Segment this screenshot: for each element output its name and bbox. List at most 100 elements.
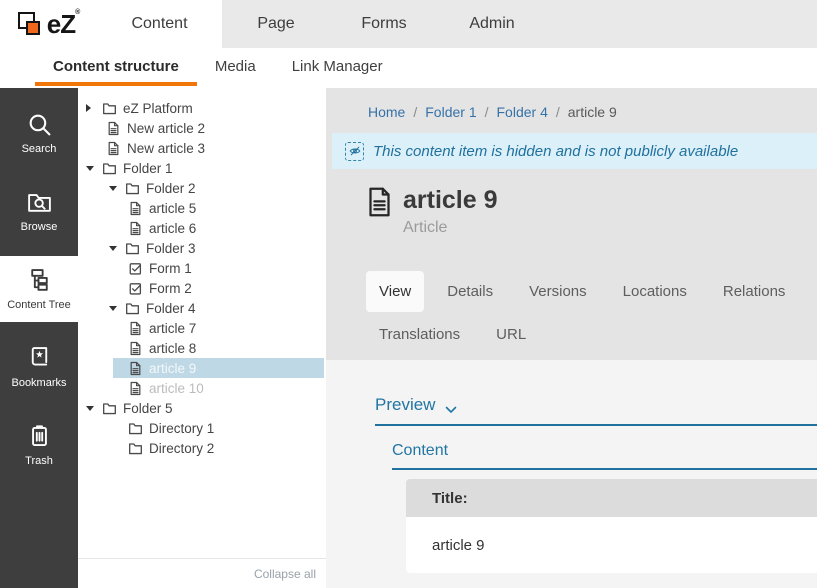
top-tab-content[interactable]: Content xyxy=(97,0,222,48)
folder-icon xyxy=(125,241,140,256)
folder-icon xyxy=(125,181,140,196)
top-tab-admin[interactable]: Admin xyxy=(438,0,546,48)
tree-item-article-10[interactable]: article 10 xyxy=(78,378,326,398)
folder-icon xyxy=(102,101,117,116)
breadcrumb-link-folder-1[interactable]: Folder 1 xyxy=(425,104,476,120)
chevron-down-icon[interactable] xyxy=(109,246,125,251)
tab-details[interactable]: Details xyxy=(434,271,506,312)
logo-text: eZ® xyxy=(47,11,80,37)
sidebar-item-trash[interactable]: Trash xyxy=(0,412,78,478)
doc-large-icon xyxy=(366,187,393,217)
chevron-down-icon[interactable] xyxy=(109,186,125,191)
page-title: article 9 xyxy=(403,187,498,213)
tab-url[interactable]: URL xyxy=(483,314,539,355)
tree-item-label: article 5 xyxy=(149,201,196,216)
tree-item-folder-5[interactable]: Folder 5 xyxy=(78,398,326,418)
tree-item-directory-2[interactable]: Directory 2 xyxy=(78,438,326,458)
tree-item-directory-1[interactable]: Directory 1 xyxy=(78,418,326,438)
tree-item-label: Form 2 xyxy=(149,281,192,296)
article-icon xyxy=(128,321,143,336)
content-tabs-row1: ViewDetailsVersionsLocationsRelations xyxy=(366,271,817,312)
sidebar-item-bookmarks[interactable]: Bookmarks xyxy=(0,334,78,400)
tree-item-label: Directory 1 xyxy=(149,421,214,436)
breadcrumb-separator: / xyxy=(413,104,417,120)
tree-item-article-6[interactable]: article 6 xyxy=(78,218,326,238)
tree-item-label: article 7 xyxy=(149,321,196,336)
sidebar-item-label: Trash xyxy=(25,455,53,467)
tree-item-label: article 6 xyxy=(149,221,196,236)
content-type-label: Article xyxy=(403,219,498,237)
chevron-down-icon xyxy=(445,401,457,409)
tree-item-form-1[interactable]: Form 1 xyxy=(78,258,326,278)
view-tab-body: Preview Content Title: article 9 xyxy=(326,395,817,573)
preview-section-header[interactable]: Preview xyxy=(375,395,817,426)
tree-item-label: Folder 3 xyxy=(146,241,196,256)
tree-item-folder-2[interactable]: Folder 2 xyxy=(78,178,326,198)
folder-icon xyxy=(128,421,143,436)
tree-item-label: New article 2 xyxy=(127,121,205,136)
chevron-right-icon[interactable] xyxy=(86,104,102,112)
tree-item-article-7[interactable]: article 7 xyxy=(78,318,326,338)
tab-locations[interactable]: Locations xyxy=(610,271,700,312)
field-table: Title: article 9 xyxy=(406,479,817,573)
tree-item-label: article 10 xyxy=(149,381,204,396)
search-icon xyxy=(26,111,53,138)
tree-item-label: Folder 1 xyxy=(123,161,173,176)
tree-item-label: Folder 2 xyxy=(146,181,196,196)
tree-item-article-5[interactable]: article 5 xyxy=(78,198,326,218)
folder-icon xyxy=(102,401,117,416)
breadcrumb-separator: / xyxy=(485,104,489,120)
tree-item-new-article-2[interactable]: New article 2 xyxy=(78,118,326,138)
field-label: Title: xyxy=(406,479,817,517)
tree-item-label: Directory 2 xyxy=(149,441,214,456)
tab-view[interactable]: View xyxy=(366,271,424,312)
tree-item-article-9[interactable]: article 9 xyxy=(78,358,326,378)
top-nav-tabs: ContentPageFormsAdmin xyxy=(97,0,546,48)
tree-item-label: article 9 xyxy=(149,361,196,376)
form-icon xyxy=(128,281,143,296)
content-header: Home/Folder 1/Folder 4/article 9 This co… xyxy=(326,88,817,360)
secondary-nav: Content structureMediaLink Manager xyxy=(0,48,817,88)
ez-logo[interactable]: eZ® xyxy=(0,0,97,48)
tree-item-form-2[interactable]: Form 2 xyxy=(78,278,326,298)
subnav-tab-link-manager[interactable]: Link Manager xyxy=(274,48,401,88)
tree-item-folder-3[interactable]: Folder 3 xyxy=(78,238,326,258)
tab-versions[interactable]: Versions xyxy=(516,271,600,312)
subnav-tab-media[interactable]: Media xyxy=(197,48,274,88)
tab-translations[interactable]: Translations xyxy=(366,314,473,355)
chevron-down-icon[interactable] xyxy=(86,166,102,171)
breadcrumb-current: article 9 xyxy=(568,104,617,120)
sidebar-item-search[interactable]: Search xyxy=(0,100,78,166)
subnav-tab-content-structure[interactable]: Content structure xyxy=(35,48,197,88)
chevron-down-icon[interactable] xyxy=(109,306,125,311)
ez-logo-icon xyxy=(18,10,42,38)
title-block: article 9 Article xyxy=(366,187,817,237)
folder-icon xyxy=(128,441,143,456)
tree-item-folder-4[interactable]: Folder 4 xyxy=(78,298,326,318)
content-tree: eZ Platform New article 2 New article 3 … xyxy=(78,88,326,458)
tree-item-ez-platform[interactable]: eZ Platform xyxy=(78,98,326,118)
form-icon xyxy=(128,261,143,276)
breadcrumb: Home / Folder 1 / Folder 4 / article 9 xyxy=(326,88,817,120)
tree-item-folder-1[interactable]: Folder 1 xyxy=(78,158,326,178)
hidden-eye-icon xyxy=(345,142,364,161)
sidebar-item-browse[interactable]: Browse xyxy=(0,178,78,244)
breadcrumb-link-home[interactable]: Home xyxy=(368,104,405,120)
content-tree-icon xyxy=(26,267,53,294)
content-section-heading: Content xyxy=(392,442,817,470)
top-tab-forms[interactable]: Forms xyxy=(330,0,438,48)
article-icon xyxy=(128,381,143,396)
sidebar-item-content-tree[interactable]: Content Tree xyxy=(0,256,78,322)
chevron-down-icon[interactable] xyxy=(86,406,102,411)
breadcrumb-separator: / xyxy=(556,104,560,120)
tree-item-new-article-3[interactable]: New article 3 xyxy=(78,138,326,158)
tree-item-article-8[interactable]: article 8 xyxy=(78,338,326,358)
collapse-all-button[interactable]: Collapse all xyxy=(254,567,316,581)
article-icon xyxy=(128,361,143,376)
tree-item-label: article 8 xyxy=(149,341,196,356)
top-tab-page[interactable]: Page xyxy=(222,0,330,48)
article-icon xyxy=(128,221,143,236)
tree-item-label: New article 3 xyxy=(127,141,205,156)
tab-relations[interactable]: Relations xyxy=(710,271,799,312)
breadcrumb-link-folder-4[interactable]: Folder 4 xyxy=(497,104,548,120)
